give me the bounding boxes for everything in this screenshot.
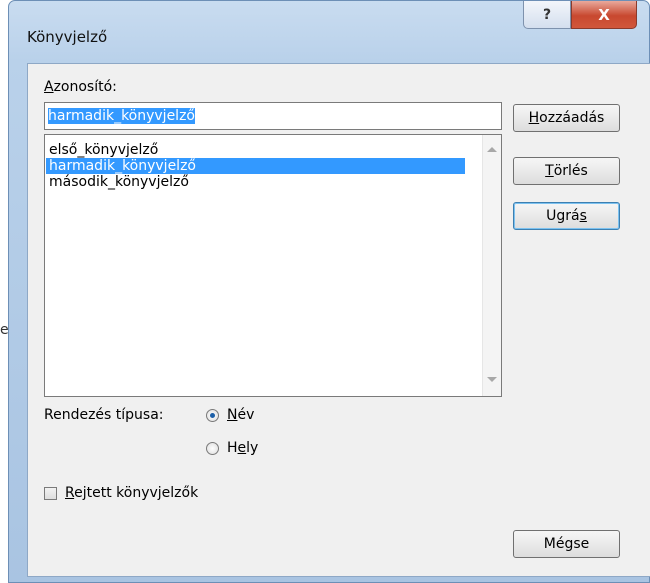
bookmark-list[interactable]: első_könyvjelző harmadik_könyvjelző másodi…	[44, 134, 502, 397]
sort-by-location-radio[interactable]: Hely	[206, 440, 258, 456]
bookmark-list-items: első_könyvjelző harmadik_könyvjelző másodi…	[46, 142, 465, 190]
hidden-bookmarks-checkbox-row[interactable]: Rejtett könyvjelzők	[44, 485, 198, 501]
dialog-title: Könyvjelző	[27, 28, 108, 46]
help-button[interactable]: ?	[523, 1, 571, 29]
scroll-down-arrow-icon[interactable]	[487, 377, 497, 382]
bookmark-dialog: Könyvjelző ? X Azonosító: harmadik_könyv…	[8, 0, 650, 583]
help-icon: ?	[542, 6, 552, 23]
sort-type-label: Rendezés típusa:	[44, 407, 164, 423]
hidden-bookmarks-checkbox[interactable]	[44, 486, 57, 500]
bookmark-name-value: harmadik_könyvjelző	[48, 108, 195, 124]
list-scrollbar[interactable]	[482, 135, 501, 396]
list-item[interactable]: harmadik_könyvjelző	[46, 158, 465, 174]
list-item[interactable]: második_könyvjelző	[46, 174, 465, 190]
bookmark-name-input[interactable]: harmadik_könyvjelző	[44, 102, 502, 130]
sort-by-location-label: Hely	[227, 440, 259, 456]
add-button[interactable]: Hozzáadás	[513, 104, 620, 132]
sort-by-name-label: Név	[227, 407, 255, 423]
close-button[interactable]: X	[571, 1, 637, 29]
id-label: Azonosító:	[44, 79, 117, 95]
sort-by-name-radio[interactable]: Név	[206, 407, 254, 423]
radio-button[interactable]	[206, 441, 219, 455]
close-icon: X	[598, 5, 610, 24]
cancel-button[interactable]: Mégse	[513, 530, 620, 558]
list-item[interactable]: első_könyvjelző	[46, 142, 465, 158]
dialog-client-area: Azonosító: harmadik_könyvjelző első_köny…	[27, 63, 650, 577]
scroll-up-arrow-icon[interactable]	[487, 147, 497, 152]
radio-button[interactable]	[206, 408, 219, 422]
goto-button[interactable]: Ugrá s	[513, 202, 620, 230]
hidden-bookmarks-label: Rejtett könyvjelzők	[65, 485, 199, 501]
delete-button[interactable]: Törlés	[513, 157, 620, 185]
